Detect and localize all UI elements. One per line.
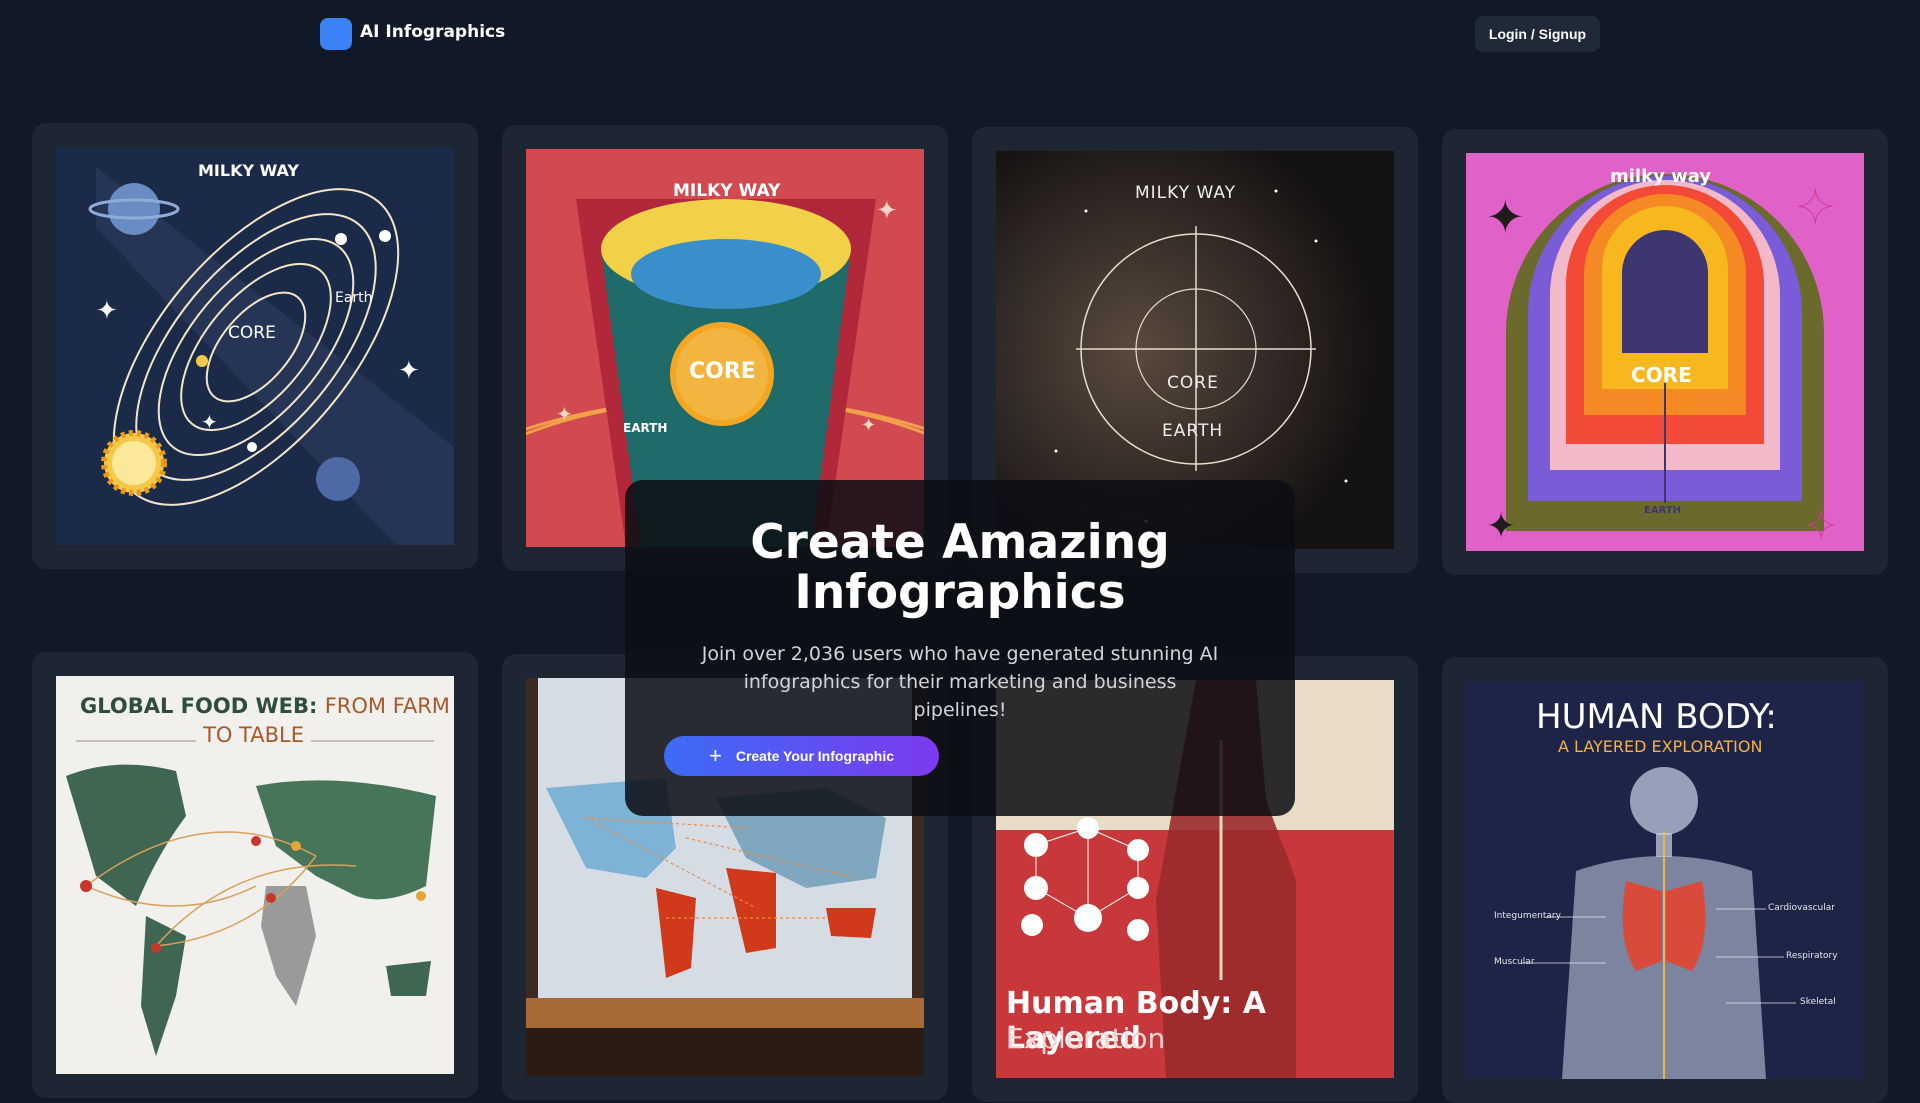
star-icon: ✦: [1486, 506, 1516, 547]
core-label: CORE: [228, 323, 276, 343]
star-icon: ✦: [861, 415, 876, 436]
star-icon: ✦: [96, 296, 118, 326]
card-title: GLOBAL FOOD WEB: FROM FARM: [80, 694, 450, 718]
top-nav: AI Infographics Login / Signup: [0, 0, 1920, 70]
card-title: HUMAN BODY:: [1536, 697, 1777, 737]
card-title: MILKY WAY: [673, 181, 781, 201]
gallery-card[interactable]: ✦ ✦ ✦ MILKY WAY CORE Earth: [32, 123, 478, 569]
earth-label: Earth: [335, 290, 373, 306]
gallery-card[interactable]: HUMAN BODY: A LAYERED EXPLORATION Integu…: [1442, 657, 1888, 1103]
star-icon: ✦: [398, 356, 420, 386]
body-label: Skeletal: [1800, 997, 1836, 1007]
star-icon: ✦: [201, 410, 218, 434]
earth-label: EARTH: [1162, 421, 1224, 441]
gallery-card[interactable]: GLOBAL FOOD WEB: FROM FARM TO TABLE: [32, 652, 478, 1098]
infographic-thumbnail[interactable]: ✦ ✦ ✦ ✦ milky way CORE EARTH: [1466, 153, 1864, 551]
login-signup-button[interactable]: Login / Signup: [1475, 16, 1600, 52]
title-part: FROM FARM: [324, 694, 450, 718]
gallery-card[interactable]: ✦ ✦ ✦ ✦ milky way CORE EARTH: [1442, 129, 1888, 575]
card-title: MILKY WAY: [1135, 183, 1237, 203]
star-icon: ✦: [1486, 190, 1525, 244]
body-label: Muscular: [1494, 957, 1535, 967]
hero-title-line: Infographics: [794, 565, 1126, 620]
infographic-thumbnail[interactable]: GLOBAL FOOD WEB: FROM FARM TO TABLE: [56, 676, 454, 1074]
core-label: CORE: [1631, 363, 1692, 387]
brand-name[interactable]: AI Infographics: [360, 22, 505, 42]
body-label: Cardiovascular: [1768, 903, 1835, 913]
card-title: milky way: [1610, 166, 1712, 187]
card-title-line2: TO TABLE: [203, 723, 304, 747]
earth-label: EARTH: [1644, 505, 1682, 516]
body-label: Integumentary: [1494, 911, 1561, 921]
star-icon: ✦: [1806, 506, 1836, 547]
hero-panel: Create Amazing Infographics Join over 2,…: [625, 480, 1295, 816]
star-icon: ✦: [556, 402, 573, 426]
hero-subtitle: Join over 2,036 users who have generated…: [701, 643, 1219, 721]
star-icon: ✦: [876, 196, 898, 226]
infographic-thumbnail[interactable]: ✦ ✦ ✦ MILKY WAY CORE Earth: [56, 147, 454, 545]
hero-title-line: Create Amazing: [750, 515, 1170, 570]
card-title-line2: Exploration: [1006, 1022, 1166, 1055]
earth-label: EARTH: [623, 421, 668, 435]
hero-title: Create Amazing Infographics: [625, 518, 1295, 618]
logo-icon[interactable]: [320, 18, 352, 50]
cta-label: Create Your Infographic: [735, 748, 895, 764]
card-title: MILKY WAY: [198, 161, 299, 180]
core-label: CORE: [689, 359, 756, 384]
title-part: GLOBAL FOOD WEB:: [80, 694, 318, 718]
card-subtitle: A LAYERED EXPLORATION: [1558, 737, 1763, 756]
core-label: CORE: [1167, 373, 1219, 393]
plus-icon: +: [708, 743, 722, 768]
create-infographic-button[interactable]: + Create Your Infographic: [664, 736, 939, 776]
star-icon: ✦: [1796, 180, 1835, 234]
infographic-thumbnail[interactable]: HUMAN BODY: A LAYERED EXPLORATION Integu…: [1466, 681, 1864, 1079]
body-label: Respiratory: [1786, 951, 1838, 961]
